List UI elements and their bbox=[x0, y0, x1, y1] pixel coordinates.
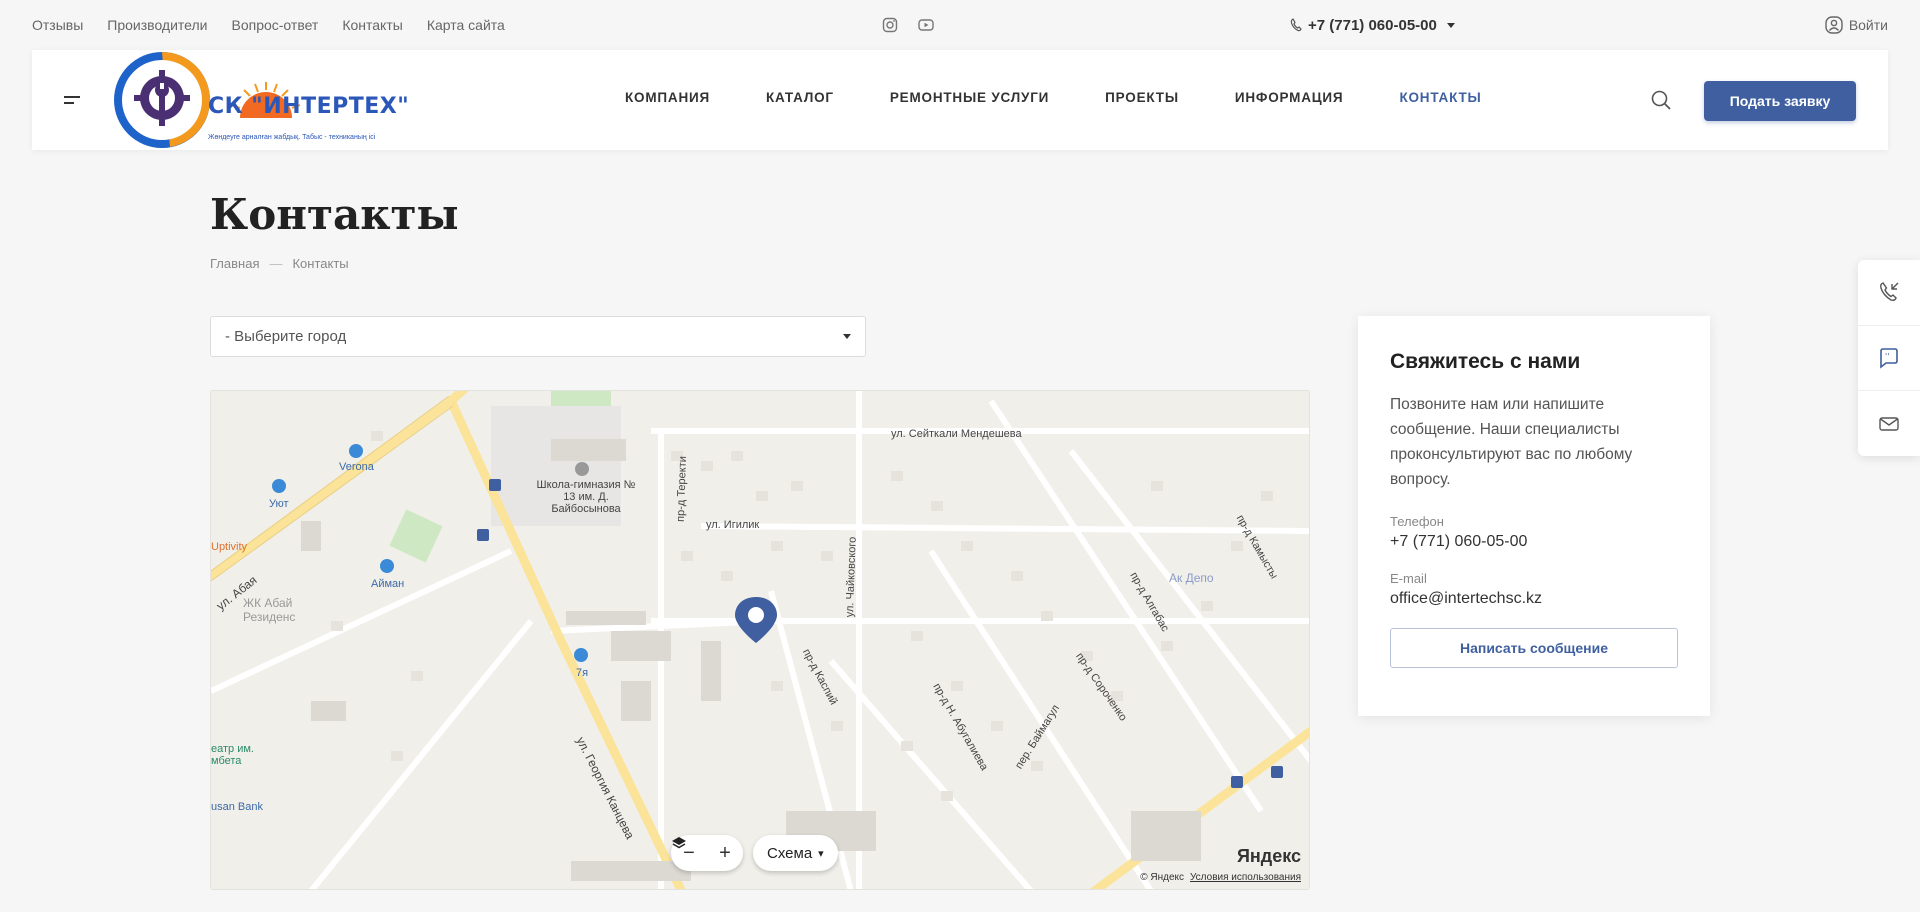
yandex-map[interactable]: ул. Сейткали Мендешева ул. Игилик ул. Аб… bbox=[210, 390, 1310, 890]
map-label-poi: еатр им. мбета bbox=[211, 743, 254, 767]
city-select-value: - Выберите город bbox=[225, 328, 347, 345]
instagram-icon[interactable] bbox=[882, 17, 898, 33]
location-marker-icon bbox=[735, 597, 777, 643]
chevron-down-icon: ▾ bbox=[818, 847, 824, 860]
nav-repair-services[interactable]: РЕМОНТНЫЕ УСЛУГИ bbox=[890, 90, 1049, 105]
map-label-residence: ЖК Абай Резиденс bbox=[243, 596, 296, 624]
user-icon bbox=[1825, 16, 1843, 34]
top-links: Отзывы Производители Вопрос-ответ Контак… bbox=[32, 17, 505, 33]
map-label-school: Школа-гимназия № 13 им. Д. Байбосынова bbox=[536, 479, 636, 515]
map-label-poi: Ак Депо bbox=[1169, 571, 1214, 585]
contact-card: Свяжитесь с нами Позвоните нам или напиш… bbox=[1358, 316, 1710, 716]
mail-icon bbox=[1879, 416, 1899, 431]
chat-button[interactable]: '' bbox=[1858, 326, 1920, 392]
chevron-down-icon bbox=[843, 334, 851, 339]
side-widget: '' bbox=[1858, 260, 1920, 456]
breadcrumb-home[interactable]: Главная bbox=[210, 256, 259, 271]
social-links bbox=[882, 17, 934, 33]
logo-text: СК "ИНТЕРТЕХ" bbox=[208, 94, 410, 119]
logo-tagline: Жөндеуге арналған жабдық. Табыс - техник… bbox=[208, 134, 376, 141]
youtube-icon[interactable] bbox=[918, 17, 934, 33]
main-header: СК "ИНТЕРТЕХ" Жөндеуге арналған жабдық. … bbox=[32, 50, 1888, 150]
submit-request-button[interactable]: Подать заявку bbox=[1704, 81, 1856, 121]
map-label-poi: Айман bbox=[371, 578, 405, 590]
callback-button[interactable] bbox=[1858, 260, 1920, 326]
nav-projects[interactable]: ПРОЕКТЫ bbox=[1105, 90, 1179, 105]
nav-contacts[interactable]: КОНТАКТЫ bbox=[1399, 90, 1481, 105]
phone-callback-icon bbox=[1880, 282, 1899, 302]
top-link-reviews[interactable]: Отзывы bbox=[32, 17, 83, 33]
nav-catalog[interactable]: КАТАЛОГ bbox=[766, 90, 834, 105]
phone-icon bbox=[1290, 18, 1302, 32]
contact-card-description: Позвоните нам или напишите сообщение. На… bbox=[1390, 396, 1633, 488]
top-bar: Отзывы Производители Вопрос-ответ Контак… bbox=[0, 0, 1920, 50]
login-link[interactable]: Войти bbox=[1825, 16, 1888, 34]
top-link-manufacturers[interactable]: Производители bbox=[107, 17, 207, 33]
map-layers-label: Схема bbox=[767, 844, 813, 862]
map-terms-link[interactable]: Условия использования bbox=[1190, 872, 1301, 883]
city-select[interactable]: - Выберите город bbox=[210, 316, 866, 357]
email-button[interactable] bbox=[1858, 391, 1920, 456]
map-label-street: ул. Сейткали Мендешева bbox=[891, 428, 1022, 440]
map-label-poi: Verona bbox=[339, 461, 374, 473]
email-label: E-mail bbox=[1390, 571, 1427, 586]
yandex-logo[interactable]: Яндекс bbox=[1237, 846, 1301, 867]
map-label-street: пр-д Теректи bbox=[674, 455, 690, 523]
map-controls: − + Схема ▾ bbox=[671, 835, 838, 871]
map-label-street: ул. Игилик bbox=[706, 519, 760, 531]
contact-card-title: Свяжитесь с нами bbox=[1390, 350, 1581, 373]
map-label-poi: usan Bank bbox=[211, 801, 263, 813]
page-title: Контакты bbox=[210, 190, 459, 239]
svg-text:'': '' bbox=[1885, 352, 1889, 361]
site-logo[interactable]: СК "ИНТЕРТЕХ" Жөндеуге арналған жабдық. … bbox=[110, 52, 450, 152]
search-icon[interactable] bbox=[1650, 89, 1672, 111]
top-phone[interactable]: +7 (771) 060-05-00 bbox=[1290, 17, 1455, 34]
map-label-poi: Uptivity bbox=[211, 541, 248, 553]
breadcrumb-separator: — bbox=[269, 256, 283, 271]
top-link-faq[interactable]: Вопрос-ответ bbox=[231, 17, 318, 33]
top-link-sitemap[interactable]: Карта сайта bbox=[427, 17, 505, 33]
chat-icon: '' bbox=[1880, 348, 1898, 369]
zoom-in-button[interactable]: + bbox=[707, 835, 743, 871]
map-canvas[interactable] bbox=[211, 391, 1310, 890]
map-label-poi: Уют bbox=[269, 498, 289, 510]
email-value[interactable]: office@intertechsc.kz bbox=[1390, 590, 1678, 608]
write-message-button[interactable]: Написать сообщение bbox=[1390, 628, 1678, 668]
map-copyright: © Яндекс bbox=[1140, 872, 1184, 883]
layers-icon bbox=[672, 837, 686, 849]
breadcrumb: Главная — Контакты bbox=[210, 256, 349, 271]
top-link-contacts[interactable]: Контакты bbox=[342, 17, 402, 33]
phone-label: Телефон bbox=[1390, 514, 1444, 529]
map-footer: © Яндекс Условия использования bbox=[1140, 872, 1301, 883]
burger-menu-icon[interactable] bbox=[62, 92, 82, 108]
breadcrumb-current: Контакты bbox=[292, 256, 349, 271]
nav-information[interactable]: ИНФОРМАЦИЯ bbox=[1235, 90, 1344, 105]
main-nav: КОМПАНИЯ КАТАЛОГ РЕМОНТНЫЕ УСЛУГИ ПРОЕКТ… bbox=[625, 90, 1482, 105]
top-phone-number: +7 (771) 060-05-00 bbox=[1308, 16, 1437, 34]
chevron-down-icon bbox=[1446, 22, 1455, 28]
map-label-poi: 7я bbox=[576, 667, 589, 679]
phone-value[interactable]: +7 (771) 060-05-00 bbox=[1390, 533, 1678, 551]
login-label: Войти bbox=[1848, 17, 1888, 33]
nav-company[interactable]: КОМПАНИЯ bbox=[625, 90, 710, 105]
map-layers-button[interactable]: Схема ▾ bbox=[672, 835, 838, 871]
